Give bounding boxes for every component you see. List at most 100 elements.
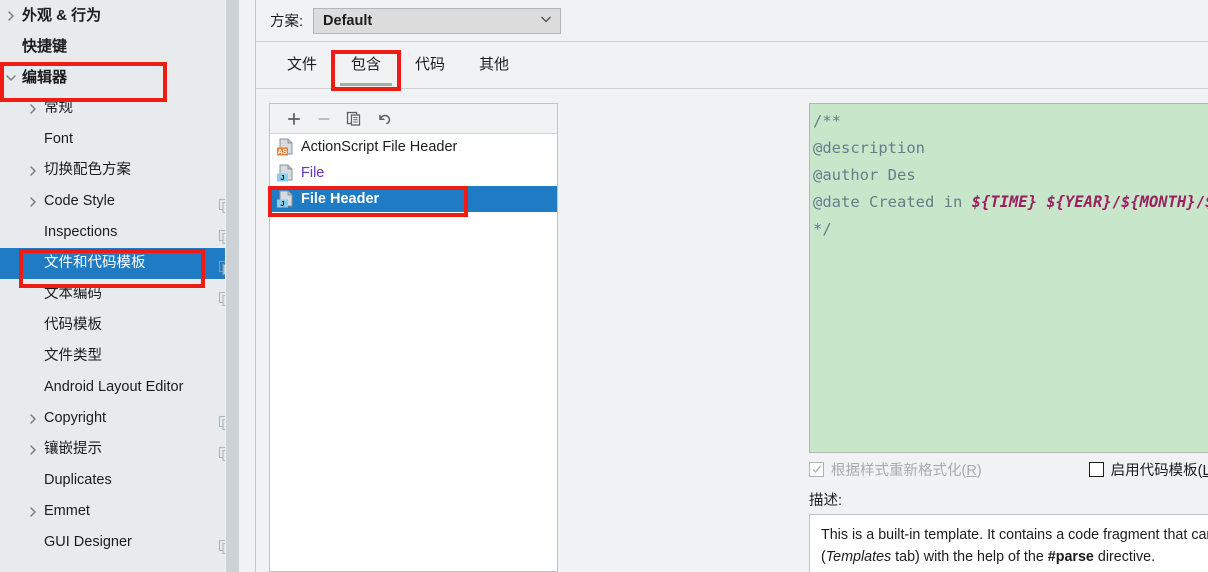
sidebar-item-label: Emmet [44, 503, 90, 519]
settings-sidebar[interactable]: 外观 & 行为 快捷键编辑器 常规 Font 切换配色方案 Code Style Inspe… [0, 0, 240, 572]
template-tabs[interactable]: 文件 包含 代码 其他 [256, 42, 1208, 87]
sidebar-item-7[interactable]: Inspections [0, 217, 240, 248]
description-line-2: (Templates tab) with the help of the #pa… [821, 546, 1208, 568]
settings-tree[interactable]: 外观 & 行为 快捷键编辑器 常规 Font 切换配色方案 Code Style Inspe… [0, 0, 240, 558]
reformat-label-post: ) [976, 462, 982, 479]
copy-icon [346, 111, 361, 126]
sidebar-item-6[interactable]: Code Style [0, 186, 240, 217]
editor-token: @description [813, 139, 925, 157]
sidebar-item-14[interactable]: 镶嵌提示 [0, 434, 240, 465]
chevron-right-icon[interactable] [22, 165, 44, 177]
sidebar-item-1[interactable]: 快捷键 [0, 31, 240, 62]
editor-token: ${MONTH} [1120, 193, 1196, 211]
editor-line-4: */ [813, 216, 1208, 243]
editor-token: */ [813, 220, 832, 238]
sidebar-item-label: Code Style [44, 193, 115, 209]
template-list-item[interactable]: J File [270, 160, 557, 186]
sidebar-item-label: 代码模板 [44, 317, 102, 333]
sidebar-item-15[interactable]: Duplicates [0, 465, 240, 496]
description-box: This is a built-in template. It contains… [809, 514, 1208, 572]
editor-token: @date Created in [813, 193, 972, 211]
template-list[interactable]: AS ActionScript File Header J File J File Hea… [270, 134, 557, 212]
sidebar-item-label: 快捷键 [22, 38, 68, 55]
enable-live-templates-label: 启用代码模板(L) [1111, 459, 1208, 480]
scheme-select[interactable]: Default [313, 7, 562, 34]
editor-line-2: @author Des [813, 162, 1208, 189]
chevron-right-icon[interactable] [0, 10, 22, 22]
desc-end: directive. [1093, 549, 1156, 565]
desc-mid: tab) with the help of the [891, 549, 1048, 565]
sidebar-item-label: 文件和代码模板 [44, 255, 146, 271]
sidebar-item-label: Font [44, 131, 74, 147]
live-templates-label-mnemonic: L [1202, 462, 1208, 479]
template-code-editor[interactable]: /** @description @author Des @date Created … [809, 103, 1208, 453]
tab-selected-underline [340, 83, 393, 86]
tab-0[interactable]: 文件 [270, 42, 334, 87]
sidebar-item-label: Duplicates [44, 472, 112, 488]
sidebar-item-4[interactable]: Font [0, 124, 240, 155]
as-file-icon: AS [276, 138, 296, 156]
add-template-button[interactable] [279, 106, 309, 132]
undo-icon [379, 114, 391, 124]
template-list-item[interactable]: AS ActionScript File Header [270, 134, 557, 160]
sidebar-item-16[interactable]: Emmet [0, 496, 240, 527]
reformat-checkbox-box[interactable] [809, 461, 824, 477]
editor-token: @author Des [813, 166, 916, 184]
sidebar-item-3[interactable]: 常规 [0, 93, 240, 124]
reset-template-button[interactable] [369, 106, 399, 132]
scheme-label: 方案: [270, 14, 304, 30]
sidebar-item-9[interactable]: 文本编码 [0, 279, 240, 310]
reformat-label-pre: 根据样式重新格式化( [831, 462, 967, 479]
tab-3[interactable]: 其他 [462, 42, 526, 87]
chevron-right-icon[interactable] [22, 196, 44, 208]
enable-live-templates-checkbox[interactable]: 启用代码模板(L) [1088, 459, 1208, 480]
sidebar-scrollbar-track[interactable] [225, 0, 240, 572]
description-label: 描述: [809, 493, 843, 509]
chevron-right-icon[interactable] [22, 506, 44, 518]
reformat-label-mnemonic: R [966, 462, 977, 479]
editor-token: /** [813, 112, 841, 130]
sidebar-item-label: 镶嵌提示 [44, 441, 102, 457]
sidebar-item-13[interactable]: Copyright [0, 403, 240, 434]
remove-template-button[interactable] [309, 106, 339, 132]
copy-template-button[interactable] [339, 106, 369, 132]
tab-1[interactable]: 包含 [334, 42, 398, 87]
sidebar-item-label: Android Layout Editor [44, 379, 184, 395]
template-list-toolbar[interactable] [270, 104, 557, 134]
chevron-right-icon[interactable] [22, 444, 44, 456]
tab-2[interactable]: 代码 [398, 42, 462, 87]
settings-main-panel: 方案: Default 文件 包含 代码 其他 AS ActionScript … [256, 0, 1208, 572]
tab-label: 代码 [415, 56, 446, 73]
editor-line-0: /** [813, 108, 1208, 135]
sidebar-item-11[interactable]: 文件类型 [0, 341, 240, 372]
sidebar-item-2[interactable]: 编辑器 [0, 62, 240, 93]
sidebar-item-8[interactable]: 文件和代码模板 [0, 248, 240, 279]
sidebar-item-0[interactable]: 外观 & 行为 [0, 0, 240, 31]
svg-text:J: J [280, 173, 284, 182]
editor-token [1037, 193, 1046, 211]
chevron-right-icon[interactable] [22, 413, 44, 425]
svg-text:J: J [280, 199, 284, 208]
enable-live-templates-checkbox-box[interactable] [1088, 461, 1104, 477]
tab-label: 包含 [351, 56, 382, 73]
sidebar-item-10[interactable]: 代码模板 [0, 310, 240, 341]
desc-templates-italic: Templates [825, 549, 892, 565]
template-list-panel[interactable]: AS ActionScript File Header J File J File Hea… [269, 103, 558, 572]
template-list-item[interactable]: J File Header [270, 186, 557, 212]
chevron-down-icon[interactable] [0, 73, 22, 83]
sidebar-item-label: 文本编码 [44, 286, 102, 302]
sidebar-item-label: GUI Designer [44, 534, 132, 550]
sidebar-item-label: 外观 & 行为 [22, 7, 102, 24]
scheme-select-value: Default [323, 12, 373, 29]
chevron-right-icon[interactable] [22, 103, 44, 115]
reformat-checkbox-label: 根据样式重新格式化(R) [831, 459, 982, 480]
sidebar-item-12[interactable]: Android Layout Editor [0, 372, 240, 403]
sidebar-item-5[interactable]: 切换配色方案 [0, 155, 240, 186]
template-list-item-label: File [301, 165, 325, 181]
editor-token: / [1195, 193, 1205, 211]
tabstrip-divider [256, 88, 1208, 89]
sidebar-item-label: 切换配色方案 [44, 162, 131, 178]
reformat-according-to-style-checkbox[interactable]: 根据样式重新格式化(R) [809, 459, 982, 480]
sidebar-scrollbar-thumb[interactable] [226, 0, 239, 572]
sidebar-item-17[interactable]: GUI Designer [0, 527, 240, 558]
